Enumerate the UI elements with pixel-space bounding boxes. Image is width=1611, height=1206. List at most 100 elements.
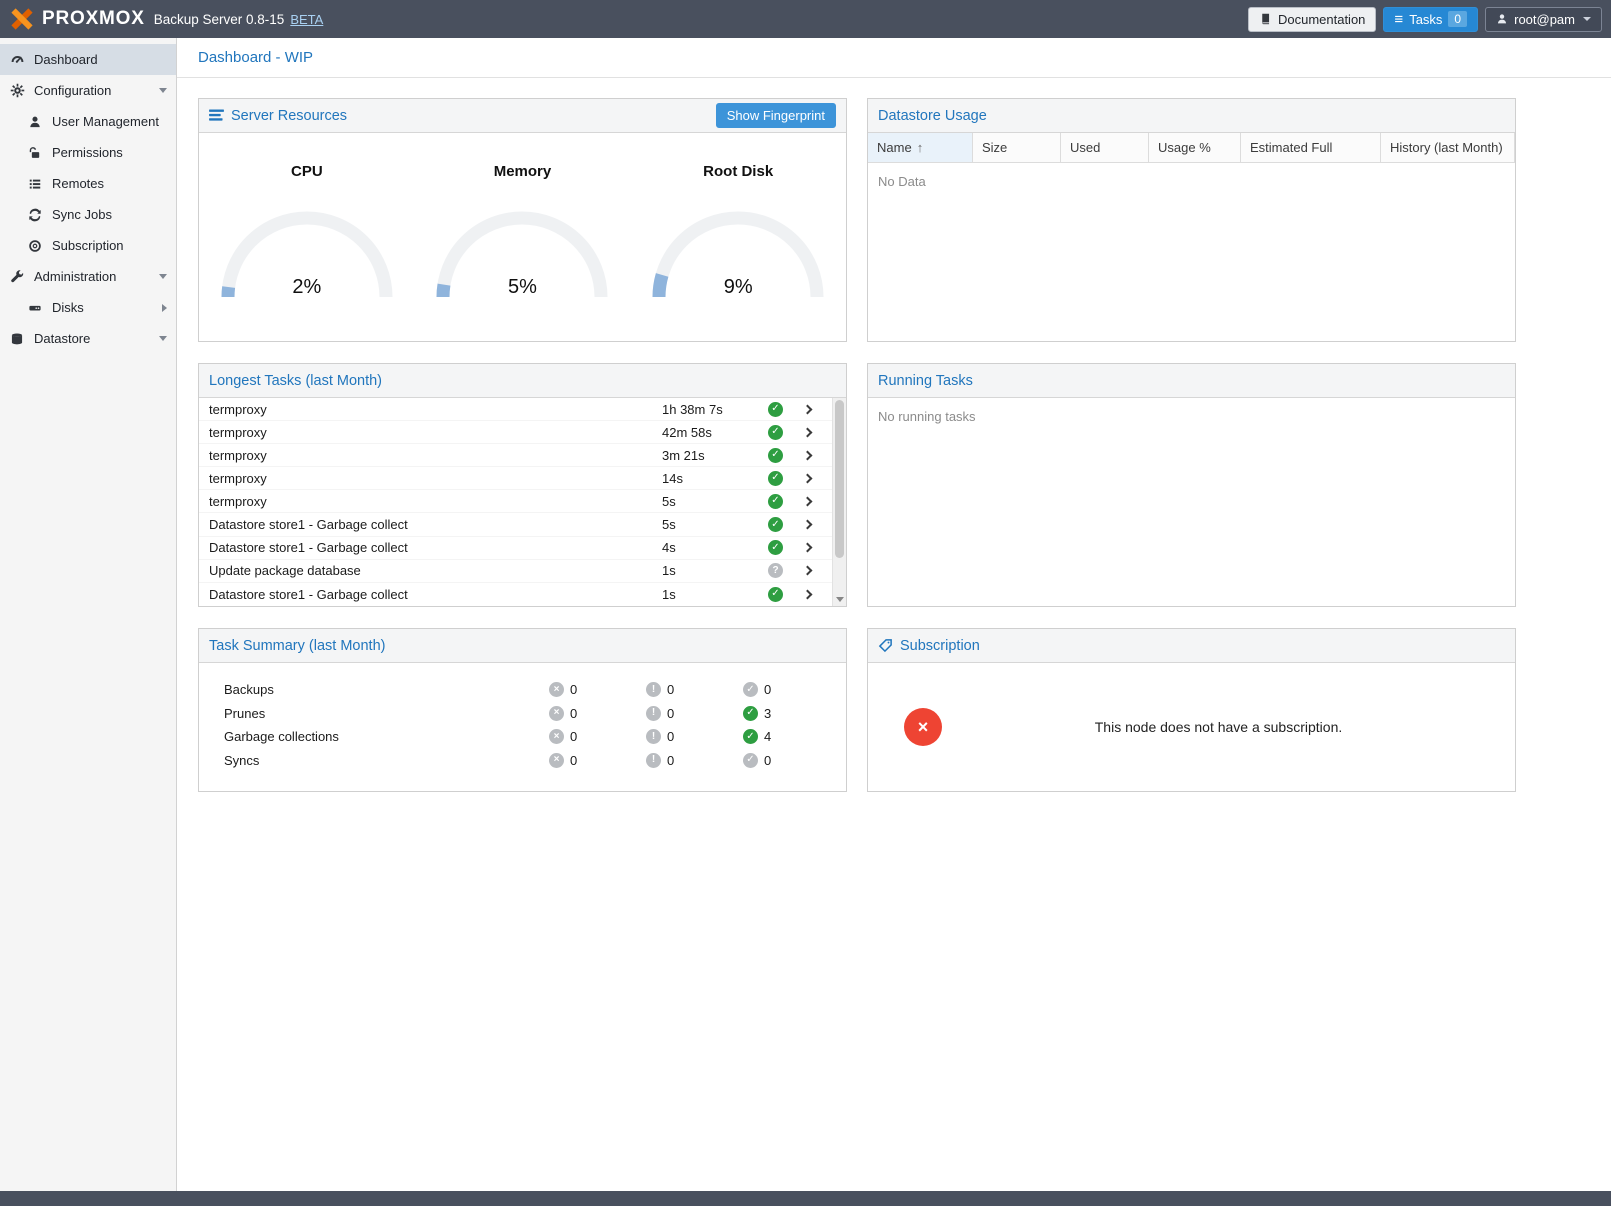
chevron-right-icon[interactable] xyxy=(803,473,813,483)
sidebar-item-administration[interactable]: Administration xyxy=(0,261,176,292)
gauge-value: 5% xyxy=(432,276,612,299)
chevron-right-icon[interactable] xyxy=(803,496,813,506)
red-cross-icon: × xyxy=(904,708,942,746)
column-header-name[interactable]: Name xyxy=(868,133,973,163)
sidebar-item-remotes[interactable]: Remotes xyxy=(0,168,176,199)
longest-tasks-body: termproxy 1h 38m 7s ✓ termproxy 42m 58s … xyxy=(199,398,846,606)
column-header-history[interactable]: History (last Month) xyxy=(1381,133,1515,163)
summary-error-count: 0 xyxy=(570,682,577,697)
user-menu-button[interactable]: root@pam xyxy=(1485,7,1602,32)
summary-warning-count: 0 xyxy=(667,753,674,768)
column-header-usage-pct[interactable]: Usage % xyxy=(1149,133,1241,163)
show-fingerprint-button[interactable]: Show Fingerprint xyxy=(716,103,836,128)
cpu-gauge: CPU 2% xyxy=(199,163,415,341)
task-row[interactable]: termproxy 3m 21s ✓ xyxy=(199,444,832,467)
column-header-size[interactable]: Size xyxy=(973,133,1061,163)
support-icon xyxy=(27,239,43,253)
task-name: termproxy xyxy=(209,425,662,440)
topbar-actions: Documentation ≡ Tasks 0 root@pam xyxy=(1248,7,1602,32)
task-name: Datastore store1 - Garbage collect xyxy=(209,540,662,555)
task-status-icon: ✓ xyxy=(768,448,783,463)
sidebar-item-user-management[interactable]: User Management xyxy=(0,106,176,137)
column-header-estimated-full[interactable]: Estimated Full xyxy=(1241,133,1381,163)
sidebar-item-dashboard[interactable]: Dashboard xyxy=(0,44,176,75)
panel-title: Server Resources xyxy=(231,108,347,124)
sidebar-item-subscription[interactable]: Subscription xyxy=(0,230,176,261)
summary-ok-count: 3 xyxy=(764,706,771,721)
user-icon xyxy=(1496,13,1508,25)
summary-label: Backups xyxy=(224,682,549,697)
task-duration: 5s xyxy=(662,494,768,509)
tasks-label: Tasks xyxy=(1409,12,1442,27)
summary-error-count: 0 xyxy=(570,729,577,744)
book-icon xyxy=(1259,12,1272,26)
dashboard-icon xyxy=(9,52,25,67)
user-label: root@pam xyxy=(1514,12,1575,27)
chevron-right-icon[interactable] xyxy=(803,404,813,414)
running-tasks-header: Running Tasks xyxy=(868,364,1515,398)
task-row[interactable]: Datastore store1 - Garbage collect 1s ✓ xyxy=(199,583,832,606)
panel-title: Task Summary (last Month) xyxy=(209,638,385,654)
chevron-right-icon[interactable] xyxy=(803,566,813,576)
chevron-right-icon[interactable] xyxy=(162,304,167,312)
task-row[interactable]: Datastore store1 - Garbage collect 5s ✓ xyxy=(199,513,832,536)
scrollbar-down-arrow-icon[interactable] xyxy=(836,597,844,602)
panel-title: Datastore Usage xyxy=(878,108,987,124)
sidebar-item-disks[interactable]: Disks xyxy=(0,292,176,323)
task-name: termproxy xyxy=(209,402,662,417)
exclamation-circle-icon: ! xyxy=(646,753,661,768)
bottom-bar xyxy=(0,1191,1611,1206)
product-subtitle: Backup Server 0.8-15 xyxy=(154,12,285,27)
tasks-button[interactable]: ≡ Tasks 0 xyxy=(1383,7,1478,32)
scrollbar[interactable] xyxy=(832,398,846,606)
sidebar-item-datastore[interactable]: Datastore xyxy=(0,323,176,354)
chevron-right-icon[interactable] xyxy=(803,427,813,437)
tasks-list-icon: ≡ xyxy=(1394,12,1403,27)
sidebar-item-configuration[interactable]: Configuration xyxy=(0,75,176,106)
task-row[interactable]: termproxy 1h 38m 7s ✓ xyxy=(199,398,832,421)
task-status-icon: ✓ xyxy=(768,494,783,509)
task-row[interactable]: Update package database 1s ? xyxy=(199,560,832,583)
documentation-button[interactable]: Documentation xyxy=(1248,7,1376,32)
sidebar-item-sync-jobs[interactable]: Sync Jobs xyxy=(0,199,176,230)
chevron-right-icon[interactable] xyxy=(803,450,813,460)
user-icon xyxy=(27,115,43,129)
sidebar-item-label: Sync Jobs xyxy=(52,207,112,222)
tags-icon xyxy=(878,638,893,653)
panel-title: Subscription xyxy=(900,638,980,654)
task-summary-header: Task Summary (last Month) xyxy=(199,629,846,663)
sidebar-item-label: Configuration xyxy=(34,83,111,98)
chevron-right-icon[interactable] xyxy=(803,520,813,530)
column-header-used[interactable]: Used xyxy=(1061,133,1149,163)
chevron-right-icon[interactable] xyxy=(803,589,813,599)
server-resources-panel: Server Resources Show Fingerprint CPU xyxy=(198,98,847,342)
gauge-value: 9% xyxy=(648,276,828,299)
task-status-icon: ✓ xyxy=(768,471,783,486)
memory-gauge: Memory 5% xyxy=(415,163,631,341)
summary-label: Prunes xyxy=(224,706,549,721)
chevron-down-icon[interactable] xyxy=(159,274,167,279)
task-status-icon: ✓ xyxy=(768,402,783,417)
task-summary-panel: Task Summary (last Month) Backups × 0 ! … xyxy=(198,628,847,792)
refresh-icon xyxy=(27,208,43,222)
task-duration: 4s xyxy=(662,540,768,555)
task-row[interactable]: Datastore store1 - Garbage collect 4s ✓ xyxy=(199,537,832,560)
task-row[interactable]: termproxy 5s ✓ xyxy=(199,490,832,513)
task-name: termproxy xyxy=(209,471,662,486)
beta-link[interactable]: BETA xyxy=(290,12,323,27)
gauge-label: Root Disk xyxy=(703,163,773,181)
chevron-down-icon[interactable] xyxy=(159,88,167,93)
sidebar-item-label: Datastore xyxy=(34,331,90,346)
sidebar-item-label: User Management xyxy=(52,114,159,129)
brand-name: PROXMOX xyxy=(42,8,145,30)
chevron-right-icon[interactable] xyxy=(803,543,813,553)
server-resources-body: CPU 2% Memory xyxy=(199,133,846,341)
sidebar-item-permissions[interactable]: Permissions xyxy=(0,137,176,168)
scrollbar-thumb[interactable] xyxy=(835,400,844,558)
longest-tasks-panel: Longest Tasks (last Month) termproxy 1h … xyxy=(198,363,847,607)
database-icon xyxy=(9,332,25,346)
summary-warning-count: 0 xyxy=(667,682,674,697)
chevron-down-icon[interactable] xyxy=(159,336,167,341)
task-row[interactable]: termproxy 14s ✓ xyxy=(199,467,832,490)
task-row[interactable]: termproxy 42m 58s ✓ xyxy=(199,421,832,444)
